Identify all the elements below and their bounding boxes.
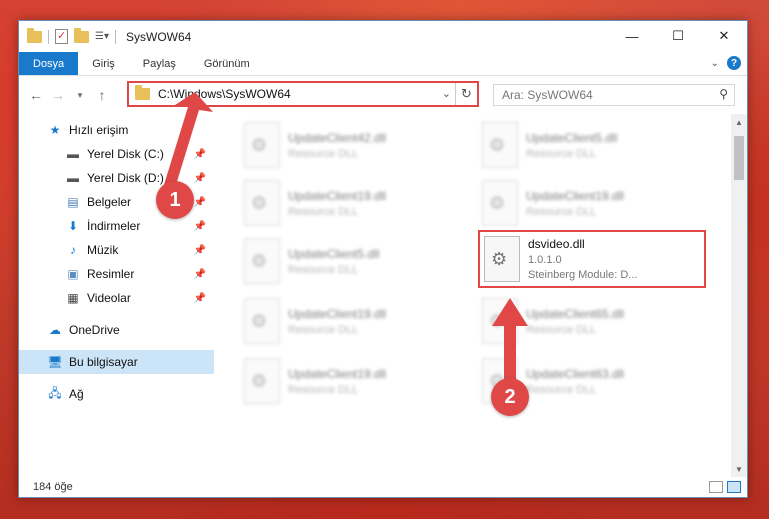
arrow-1 [163,92,213,188]
step-marker-1: 1 [156,181,194,219]
step-marker-2: 2 [491,378,529,416]
annotation-arrows [163,92,528,380]
arrow-2 [492,298,528,380]
